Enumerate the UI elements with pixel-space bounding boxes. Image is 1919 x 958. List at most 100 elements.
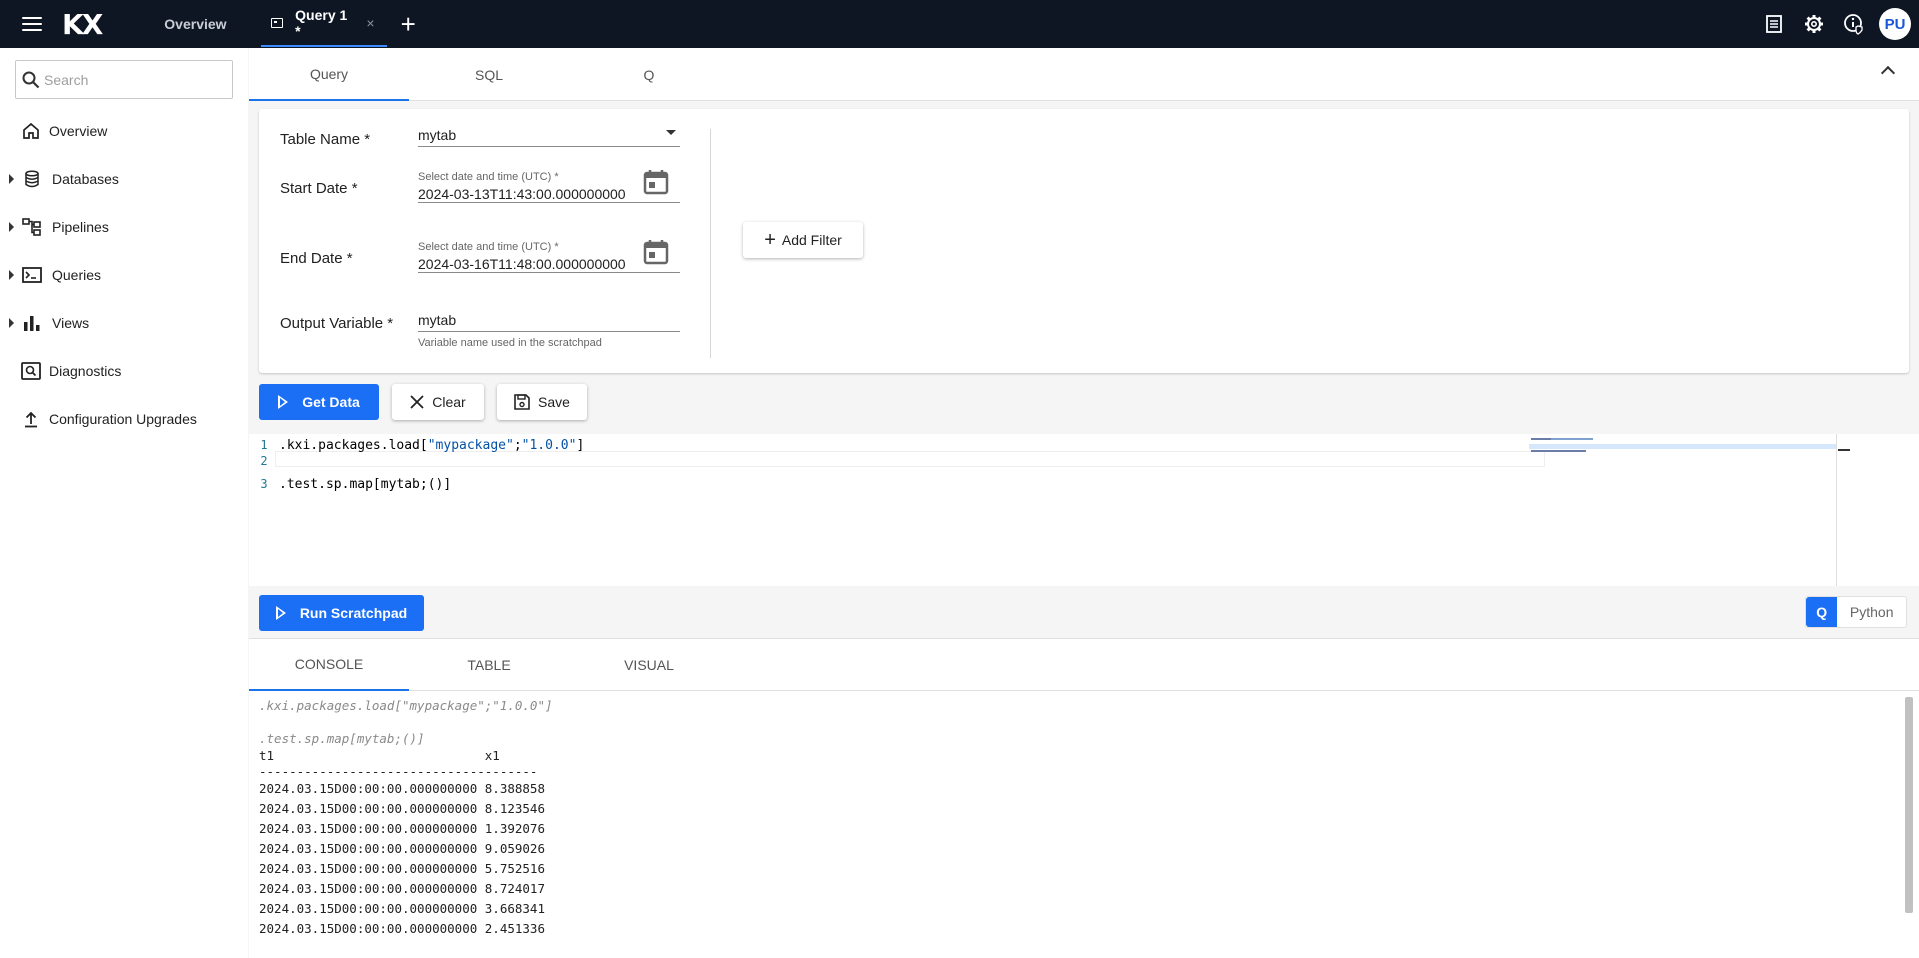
tab-overview-label: Overview	[164, 16, 227, 32]
sidebar-item-label: Queries	[52, 267, 102, 283]
console-row: 2024.03.15D00:00:00.000000000 8.724017	[259, 881, 545, 896]
table-name-select[interactable]: mytab	[418, 123, 680, 147]
start-date-label: Start Date *	[280, 180, 358, 197]
avatar[interactable]: PU	[1879, 8, 1911, 40]
terminal-icon	[21, 264, 43, 286]
plus-icon: +	[764, 229, 776, 251]
code-editor[interactable]: 1 .kxi.packages.load["mypackage";"1.0.0"…	[249, 434, 1919, 586]
document-icon[interactable]	[1763, 13, 1785, 35]
expand-caret-icon[interactable]	[9, 318, 14, 328]
save-button[interactable]: Save	[497, 384, 587, 420]
current-line-highlight	[275, 451, 1545, 467]
sidebar-item-configuration-upgrades[interactable]: Configuration Upgrades	[0, 401, 248, 437]
tab-q[interactable]: Q	[569, 48, 729, 101]
sidebar-item-overview[interactable]: Overview	[0, 113, 248, 149]
clear-label: Clear	[432, 394, 466, 410]
output-variable-label: Output Variable *	[280, 315, 394, 332]
sidebar-item-label: Overview	[49, 123, 108, 139]
expand-caret-icon[interactable]	[9, 270, 14, 280]
output-variable-helper: Variable name used in the scratchpad	[418, 337, 602, 349]
expand-caret-icon[interactable]	[9, 222, 14, 232]
clear-button[interactable]: Clear	[392, 384, 484, 420]
end-date-label: End Date *	[280, 250, 353, 267]
collapse-chevron-icon[interactable]	[1880, 65, 1896, 81]
console-echo: .test.sp.map[mytab;()]	[259, 731, 425, 746]
console-output: .kxi.packages.load["mypackage";"1.0.0"] …	[249, 691, 1919, 958]
terminal-icon	[270, 18, 284, 28]
diagnostics-icon	[20, 360, 42, 382]
run-scratchpad-label: Run Scratchpad	[299, 605, 408, 621]
add-tab-button[interactable]: +	[401, 11, 416, 37]
tab-table-label: TABLE	[467, 657, 511, 673]
save-icon	[514, 394, 530, 410]
editor-scrollbar[interactable]	[1836, 434, 1837, 586]
tab-query-label: Query	[309, 65, 349, 82]
run-scratchpad-button[interactable]: Run Scratchpad	[259, 595, 424, 631]
add-filter-button[interactable]: + Add Filter	[743, 222, 863, 258]
sidebar-item-pipelines[interactable]: Pipelines	[0, 209, 248, 245]
sidebar-item-label: Databases	[52, 171, 119, 187]
console-row: 2024.03.15D00:00:00.000000000 8.123546	[259, 801, 545, 816]
kx-logo[interactable]: KX	[62, 8, 103, 41]
editor-minimap[interactable]	[1529, 436, 1829, 586]
sidebar-item-diagnostics[interactable]: Diagnostics	[0, 353, 248, 389]
tab-query-1[interactable]: Query 1 * ×	[260, 1, 387, 47]
tab-table[interactable]: TABLE	[409, 639, 569, 691]
tab-query[interactable]: Query	[249, 48, 409, 101]
tab-visual[interactable]: VISUAL	[569, 639, 729, 691]
language-python-option[interactable]: Python	[1837, 597, 1906, 627]
console-scrollbar[interactable]	[1905, 697, 1913, 913]
sidebar-item-label: Diagnostics	[49, 363, 122, 379]
save-label: Save	[538, 394, 570, 410]
gear-icon[interactable]	[1803, 13, 1825, 35]
start-date-value: 2024-03-13T11:43:00.000000000	[418, 186, 626, 202]
sidebar-item-databases[interactable]: Databases	[0, 161, 248, 197]
end-date-value: 2024-03-16T11:48:00.000000000	[418, 256, 626, 272]
line-number: 2	[260, 454, 268, 468]
line-number: 1	[260, 438, 268, 452]
table-name-value: mytab	[418, 127, 457, 143]
home-icon	[20, 120, 42, 142]
console-row: 2024.03.15D00:00:00.000000000 1.392076	[259, 821, 545, 836]
sidebar: Overview Databases Pipelines Queries Vie…	[0, 48, 248, 958]
calendar-icon[interactable]	[642, 168, 670, 196]
bar-chart-icon	[21, 312, 43, 334]
start-date-hint: Select date and time (UTC) *	[418, 171, 559, 183]
sidebar-item-queries[interactable]: Queries	[0, 257, 248, 293]
query-mode-tabs: Query SQL Q	[249, 48, 1919, 101]
info-icon[interactable]	[1843, 13, 1865, 35]
expand-caret-icon[interactable]	[9, 174, 14, 184]
tab-console[interactable]: CONSOLE	[249, 639, 409, 691]
console-row: 2024.03.15D00:00:00.000000000 5.752516	[259, 861, 545, 876]
language-q-option[interactable]: Q	[1806, 597, 1838, 627]
tab-overview[interactable]: Overview	[148, 0, 242, 48]
end-date-hint: Select date and time (UTC) *	[418, 241, 559, 253]
main-panel: Query SQL Q Table Name * mytab Start Dat…	[249, 48, 1919, 958]
tab-visual-label: VISUAL	[624, 657, 674, 673]
tab-query-1-label: Query 1 *	[295, 7, 348, 39]
menu-icon[interactable]	[22, 17, 42, 31]
language-toggle: Q Python	[1805, 596, 1907, 628]
query-form: Table Name * mytab Start Date * Select d…	[259, 109, 1909, 373]
search-box[interactable]	[15, 60, 233, 99]
sidebar-item-label: Configuration Upgrades	[49, 411, 197, 427]
tab-sql[interactable]: SQL	[409, 48, 569, 101]
tab-q-label: Q	[643, 66, 655, 83]
output-variable-input[interactable]: mytab	[418, 308, 680, 332]
console-row: 2024.03.15D00:00:00.000000000 9.059026	[259, 841, 545, 856]
close-tab-icon[interactable]: ×	[366, 15, 374, 31]
console-header: t1 x1	[259, 748, 500, 763]
get-data-button[interactable]: Get Data	[259, 384, 379, 420]
start-date-field[interactable]: Select date and time (UTC) * 2024-03-13T…	[418, 171, 680, 203]
end-date-field[interactable]: Select date and time (UTC) * 2024-03-16T…	[418, 241, 680, 273]
console-row: 2024.03.15D00:00:00.000000000 2.451336	[259, 921, 545, 936]
play-icon	[278, 395, 289, 409]
close-icon	[410, 395, 424, 409]
console-row: 2024.03.15D00:00:00.000000000 8.388858	[259, 781, 545, 796]
sidebar-item-views[interactable]: Views	[0, 305, 248, 341]
chevron-down-icon	[666, 130, 676, 135]
console-echo: .kxi.packages.load["mypackage";"1.0.0"]	[259, 698, 553, 713]
console-row: 2024.03.15D00:00:00.000000000 3.668341	[259, 901, 545, 916]
calendar-icon[interactable]	[642, 238, 670, 266]
search-input[interactable]	[44, 71, 224, 88]
